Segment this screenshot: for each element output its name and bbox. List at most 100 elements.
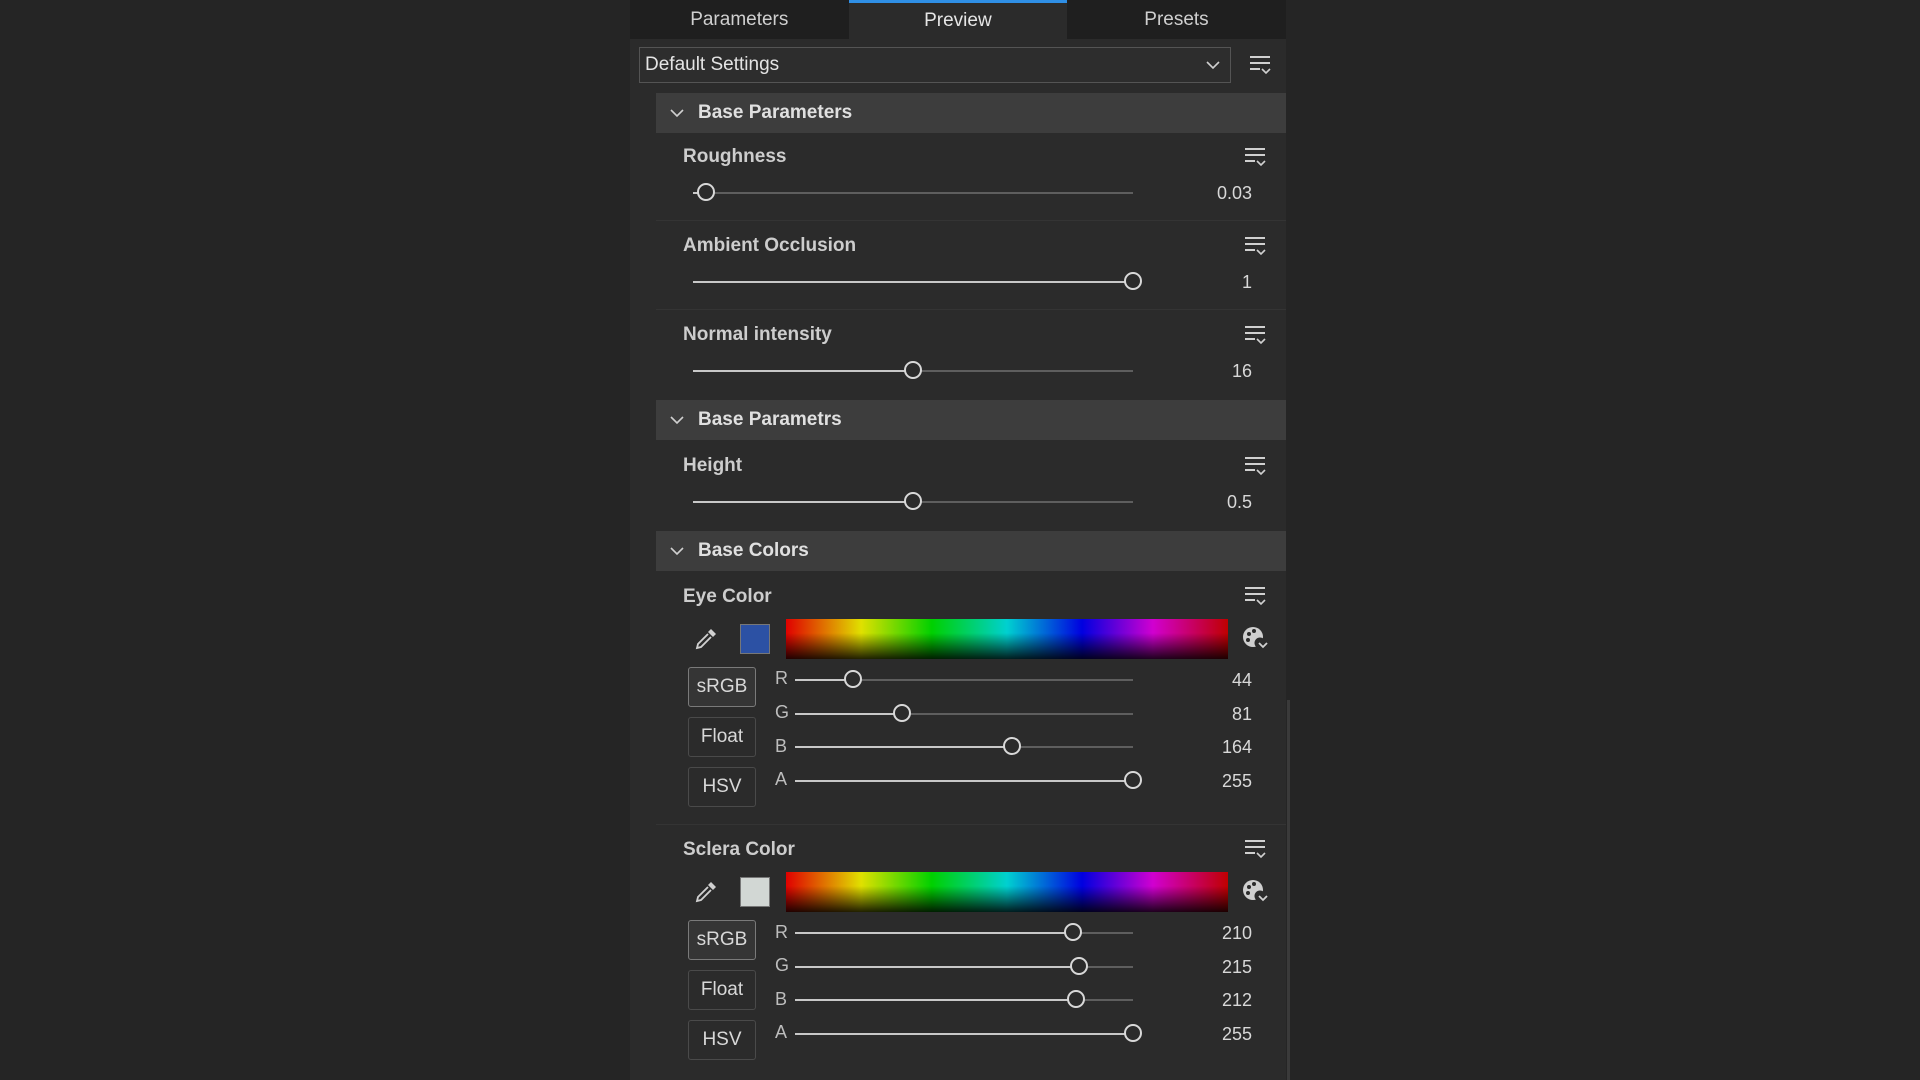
sclera-color-swatch[interactable]: [740, 877, 770, 907]
eye-color-label: Eye Color: [683, 586, 772, 607]
hsv-mode-button[interactable]: HSV: [688, 767, 756, 807]
slider-fill: [693, 501, 913, 503]
channel-g-label: G: [775, 702, 790, 722]
palette-icon[interactable]: [1240, 624, 1272, 654]
list-menu-icon[interactable]: [1242, 453, 1268, 479]
slider-thumb[interactable]: [1123, 272, 1142, 290]
sclera-color-label: Sclera Color: [683, 839, 795, 860]
eye-color-hue-spectrum[interactable]: [786, 619, 1228, 659]
list-menu-icon[interactable]: [1242, 322, 1268, 348]
slider-fill: [795, 999, 1076, 1001]
slider-thumb[interactable]: [843, 670, 862, 688]
channel-a-label: A: [775, 769, 788, 789]
roughness-value[interactable]: 0.03: [1172, 183, 1252, 204]
palette-icon[interactable]: [1240, 877, 1272, 907]
normal-intensity-slider[interactable]: [693, 361, 1133, 379]
sclera-color-a-value[interactable]: 255: [1172, 1024, 1252, 1045]
sclera-color-b-slider[interactable]: [795, 990, 1133, 1008]
eye-color-b-value[interactable]: 164: [1172, 737, 1252, 758]
tab-parameters[interactable]: Parameters: [630, 0, 849, 39]
slider-fill: [795, 966, 1080, 968]
normal-intensity-value[interactable]: 16: [1172, 361, 1252, 382]
channel-a-label: A: [775, 1022, 788, 1042]
slider-thumb[interactable]: [903, 361, 922, 379]
ambient-occlusion-slider[interactable]: [693, 272, 1142, 290]
height-value[interactable]: 0.5: [1172, 492, 1252, 513]
ambient-occlusion-label: Ambient Occlusion: [683, 235, 857, 256]
slider-thumb[interactable]: [696, 183, 715, 201]
slider-thumb[interactable]: [1070, 957, 1089, 975]
section-title: Base Parameters: [698, 102, 853, 123]
srgb-mode-button[interactable]: sRGB: [688, 920, 756, 960]
sclera-color-r-slider[interactable]: [795, 923, 1133, 941]
eyedropper-icon[interactable]: [692, 878, 720, 906]
sclera-color-b-value[interactable]: 212: [1172, 990, 1252, 1011]
eye-color-g-value[interactable]: 81: [1172, 704, 1252, 725]
slider-fill: [795, 780, 1133, 782]
eye-color-a-value[interactable]: 255: [1172, 771, 1252, 792]
chevron-down-icon: [670, 547, 684, 556]
list-menu-icon[interactable]: [1242, 583, 1268, 609]
slider-thumb[interactable]: [1123, 771, 1142, 789]
eye-color-g-slider[interactable]: [795, 704, 1133, 722]
tab-presets[interactable]: Presets: [1067, 0, 1286, 39]
chevron-down-icon: [670, 109, 684, 118]
roughness-label: Roughness: [683, 146, 787, 167]
eye-color-swatch[interactable]: [740, 624, 770, 654]
height-slider[interactable]: [693, 492, 1133, 510]
eye-color-r-slider[interactable]: [795, 670, 1133, 688]
slider-fill: [693, 370, 913, 372]
preset-select[interactable]: Default Settings: [639, 47, 1231, 83]
divider: [656, 824, 1286, 825]
eye-color-a-slider[interactable]: [795, 771, 1142, 789]
chevron-down-icon: [670, 416, 684, 425]
eye-color-b-slider[interactable]: [795, 737, 1133, 755]
scrollbar[interactable]: [1287, 700, 1290, 1080]
slider-fill: [693, 281, 1133, 283]
roughness-slider[interactable]: [693, 183, 1133, 201]
list-menu-icon[interactable]: [1242, 144, 1268, 170]
slider-fill: [795, 932, 1074, 934]
normal-intensity-label: Normal intensity: [683, 324, 832, 345]
chevron-down-icon: [1206, 61, 1220, 70]
list-menu-icon[interactable]: [1242, 233, 1268, 259]
slider-fill: [795, 1033, 1133, 1035]
float-mode-button[interactable]: Float: [688, 717, 756, 757]
list-menu-icon[interactable]: [1242, 836, 1268, 862]
eyedropper-icon[interactable]: [692, 625, 720, 653]
tab-bar: Parameters Preview Presets: [630, 0, 1286, 39]
channel-b-label: B: [775, 989, 788, 1009]
slider-fill: [795, 713, 903, 715]
slider-thumb[interactable]: [1066, 990, 1085, 1008]
ambient-occlusion-value[interactable]: 1: [1172, 272, 1252, 293]
section-header-base-parametrs[interactable]: Base Parametrs: [656, 400, 1286, 440]
list-menu-icon[interactable]: [1247, 52, 1273, 78]
section-title: Base Parametrs: [698, 409, 842, 430]
hsv-mode-button[interactable]: HSV: [688, 1020, 756, 1060]
slider-thumb[interactable]: [892, 704, 911, 722]
channel-r-label: R: [775, 922, 788, 942]
section-title: Base Colors: [698, 540, 809, 561]
section-header-base-colors[interactable]: Base Colors: [656, 531, 1286, 571]
preset-select-value: Default Settings: [645, 54, 780, 75]
srgb-mode-button[interactable]: sRGB: [688, 667, 756, 707]
eye-color-r-value[interactable]: 44: [1172, 670, 1252, 691]
tab-preview[interactable]: Preview: [848, 0, 1068, 39]
sclera-color-r-value[interactable]: 210: [1172, 923, 1252, 944]
slider-thumb[interactable]: [1063, 923, 1082, 941]
sclera-color-g-value[interactable]: 215: [1172, 957, 1252, 978]
sclera-color-a-slider[interactable]: [795, 1024, 1142, 1042]
sclera-color-g-slider[interactable]: [795, 957, 1133, 975]
channel-r-label: R: [775, 668, 788, 688]
channel-g-label: G: [775, 955, 790, 975]
slider-thumb[interactable]: [1002, 737, 1021, 755]
sclera-color-hue-spectrum[interactable]: [786, 872, 1228, 912]
divider: [656, 220, 1286, 221]
slider-thumb[interactable]: [903, 492, 922, 510]
slider-fill: [795, 746, 1013, 748]
float-mode-button[interactable]: Float: [688, 970, 756, 1010]
section-header-base-parameters[interactable]: Base Parameters: [656, 93, 1286, 133]
slider-thumb[interactable]: [1123, 1024, 1142, 1042]
preset-row: Default Settings: [639, 47, 1275, 85]
divider: [656, 309, 1286, 310]
